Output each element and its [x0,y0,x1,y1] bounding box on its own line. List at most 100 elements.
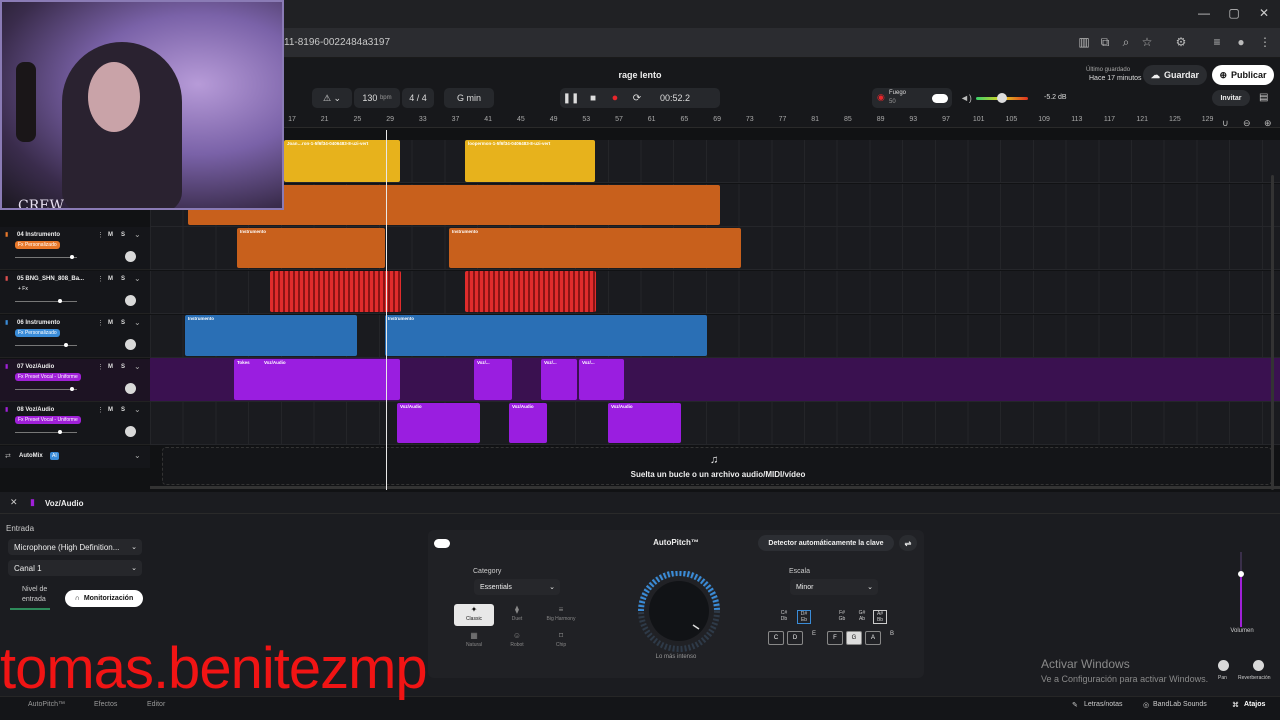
key-selector[interactable]: G min [444,88,494,108]
automix-chevron-icon[interactable]: ⌄ [134,451,141,460]
track-menu-icon[interactable]: ⋮ [97,275,104,283]
footer-shortcuts-button[interactable]: Atajos [1244,701,1265,708]
horizontal-scrollbar[interactable] [150,486,1280,489]
pan-knob[interactable] [1218,660,1229,671]
clip-808-a[interactable] [270,271,401,312]
clip-vocal-08-c[interactable]: Voz/Audio [608,403,681,443]
maximize-icon[interactable]: ▢ [1220,6,1248,20]
input-device-select[interactable]: Microphone (High Definition... ⌄ [8,539,142,555]
preset-natural[interactable]: ▦ Natural [454,630,494,652]
track-menu-icon[interactable]: ⋮ [97,363,104,371]
footer-editor-tab[interactable]: Editor [147,701,165,708]
clip-vocal-07-b[interactable]: Voz/... [474,359,512,400]
track-name[interactable]: 06 Instrumento [17,320,60,326]
track-expand-chevron-icon[interactable]: ⌄ [134,405,141,414]
track-fx-badge[interactable]: Fx Personalizado [15,241,60,249]
clip-808-b[interactable] [465,271,596,312]
sharp-key[interactable]: D# Eb [797,610,811,624]
track-header[interactable]: ▮ 08 Voz/Audio Fx Preset Vocal - Uniforme ⋮… [0,402,150,445]
pause-icon[interactable]: ❚❚ [560,93,582,104]
track-fx-badge[interactable]: Fx Preset Vocal - Uniforme [15,373,81,381]
clip-loop-2[interactable]: loopermon-1-5f6f34-0406483-8-uzi-vert [465,140,595,182]
track-name[interactable]: 05 BNG_SHN_808_Ba... [17,276,84,282]
track-name[interactable]: 04 Instrumento [17,232,60,238]
track-volume-slider[interactable] [15,389,77,390]
track-pan-knob[interactable] [125,426,136,437]
solo-button[interactable]: S [121,320,125,326]
track-menu-icon[interactable]: ⋮ [97,231,104,239]
automix-label[interactable]: AutoMix [19,453,43,459]
preset-classic[interactable]: ✦ Classic [454,604,494,626]
solo-button[interactable]: S [121,364,125,370]
url-text[interactable]: 11-8196-0022484a3197 [284,37,390,48]
time-signature[interactable]: 4 / 4 [402,88,434,108]
key-e[interactable]: E [807,631,821,637]
magnet-icon[interactable]: ∪ [1222,118,1229,129]
track-header[interactable]: ▮ 04 Instrumento Fx Personalizado ⋮ M S ⌄ [0,227,150,270]
footer-effects-tab[interactable]: Efectos [94,701,117,708]
track-expand-chevron-icon[interactable]: ⌄ [134,230,141,239]
speaker-icon[interactable]: ◄) [960,93,972,103]
track-fx-badge[interactable]: + Fx [15,285,31,293]
track-expand-chevron-icon[interactable]: ⌄ [134,362,141,371]
clip-instrument-04-a[interactable]: Instrumento [237,228,385,268]
vertical-scrollbar[interactable] [1271,175,1274,490]
track-pan-knob[interactable] [125,383,136,394]
fuego-toggle[interactable] [932,94,948,103]
track-volume-handle[interactable] [70,255,74,259]
footer-sounds-button[interactable]: BandLab Sounds [1153,701,1207,708]
close-window-icon[interactable]: ✕ [1250,6,1278,20]
volume-handle[interactable] [1238,571,1244,577]
category-select[interactable]: Essentials ⌄ [474,579,560,595]
clip-vocal-07-a[interactable]: Tokes Voz/Audio [234,359,400,400]
extensions-icon[interactable]: ⚙ [1172,35,1190,49]
master-volume-handle[interactable] [997,93,1007,103]
track-fx-badge[interactable]: Fx Preset Vocal - Uniforme [15,416,81,424]
solo-button[interactable]: S [121,276,125,282]
sharp-key[interactable]: G# Ab [855,610,869,622]
track-volume-handle[interactable] [70,387,74,391]
clip-instrument-06-a[interactable]: Instrumento [185,315,357,356]
key-b[interactable]: B [885,631,899,637]
menu-icon[interactable]: ⋮ [1256,35,1274,49]
preset-big-harmony[interactable]: ≡ Big Harmony [541,604,581,626]
settings-sliders-icon[interactable]: ⇌ [899,535,917,551]
track-volume-handle[interactable] [64,343,68,347]
preset-duet[interactable]: ⧫ Duet [497,604,537,626]
track-fx-badge[interactable]: Fx Personalizado [15,329,60,337]
reverb-knob[interactable] [1253,660,1264,671]
mute-button[interactable]: M [108,364,113,370]
drop-zone[interactable] [162,447,1272,485]
preset-robot[interactable]: ☺ Robot [497,630,537,652]
zoom-out-icon[interactable]: ⊖ [1243,118,1251,129]
solo-button[interactable]: S [121,232,125,238]
mute-button[interactable]: M [108,232,113,238]
track-volume-slider[interactable] [15,432,77,433]
fuego-control[interactable]: ◉ Fuego 50 [872,88,952,108]
track-lane[interactable] [150,402,1280,445]
track-header[interactable]: ▮ 07 Voz/Audio Fx Preset Vocal - Uniforme ⋮… [0,359,150,402]
track-header[interactable]: ▮ 06 Instrumento Fx Personalizado ⋮ M S ⌄ [0,315,150,358]
track-volume-handle[interactable] [58,299,62,303]
key-f[interactable]: F [827,631,843,645]
mute-button[interactable]: M [108,276,113,282]
clip-loop-1[interactable]: Joan…ron-1-5f6f34-0406483-8-uzi-vert [284,140,400,182]
stop-icon[interactable]: ■ [582,93,604,104]
key-c[interactable]: C [768,631,784,645]
install-icon[interactable]: ⧉ [1096,35,1114,50]
zoom-icon[interactable]: ⌕ [1117,35,1135,50]
loop-icon[interactable]: ⟳ [626,93,648,104]
close-panel-icon[interactable]: ✕ [10,497,18,508]
reader-icon[interactable]: ▥ [1075,35,1093,49]
channel-select[interactable]: Canal 1 ⌄ [8,560,142,576]
clip-vocal-08-b[interactable]: Voz/Audio [509,403,547,443]
clip-vocal-07-c[interactable]: Voz/... [541,359,577,400]
metronome-control[interactable]: ⚠ ⌄ [312,88,352,108]
track-expand-chevron-icon[interactable]: ⌄ [134,274,141,283]
key-a[interactable]: A [865,631,881,645]
panel-icon[interactable]: ▤ [1259,92,1268,103]
clip-instrument-06-b[interactable]: Instrumento [385,315,707,356]
clip-vocal-07-d[interactable]: Voz/... [579,359,624,400]
minimize-icon[interactable]: — [1190,6,1218,20]
zoom-in-icon[interactable]: ⊕ [1264,118,1272,129]
